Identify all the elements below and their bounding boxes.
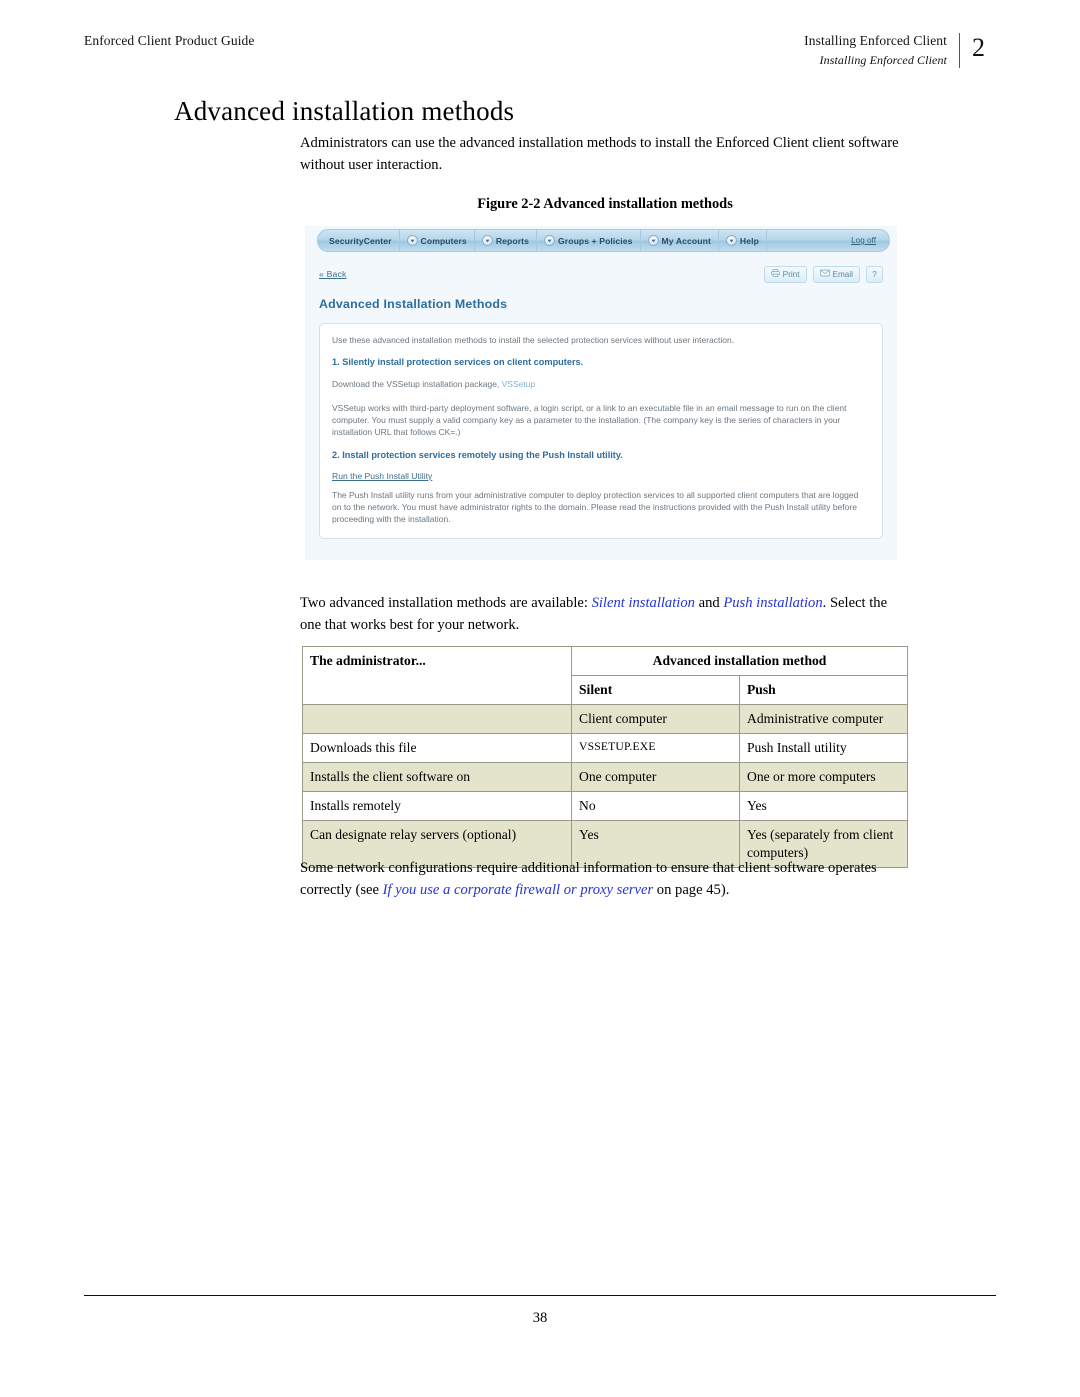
methods-mid: and bbox=[694, 595, 724, 611]
header-book-title: Enforced Client Product Guide bbox=[84, 33, 255, 48]
xref-push-installation[interactable]: Push installation bbox=[723, 595, 822, 611]
methods-paragraph: Two advanced installation methods are av… bbox=[300, 593, 910, 636]
nav-tab-label: My Account bbox=[661, 235, 711, 246]
logoff-link[interactable]: Log off bbox=[844, 230, 889, 251]
closing-paragraph-block: Some network configurations require addi… bbox=[300, 858, 910, 901]
table-cell-push: One or more computers bbox=[739, 761, 908, 792]
figure-caption: Figure 2-2 Advanced installation methods bbox=[477, 196, 733, 212]
footer-page-number: 38 bbox=[532, 1310, 548, 1326]
page-title: Advanced installation methods bbox=[174, 96, 515, 126]
table-body: Client computer Administrative computer … bbox=[302, 703, 908, 868]
table-header-silent: Silent bbox=[571, 674, 740, 705]
chevron-down-icon bbox=[725, 235, 737, 246]
print-button-label: Print bbox=[782, 269, 800, 279]
chevron-down-icon bbox=[543, 235, 555, 246]
closing-page-prefix: on page bbox=[653, 881, 707, 898]
header-chapter-titles: Installing Enforced Client Installing En… bbox=[804, 33, 959, 68]
nav-tab-label: Computers bbox=[420, 235, 467, 246]
panel-intro-text: Use these advanced installation methods … bbox=[332, 335, 735, 345]
chevron-down-icon bbox=[647, 235, 659, 246]
vssetup-download-link[interactable]: VSSetup bbox=[502, 379, 536, 389]
table-header-push: Push bbox=[739, 674, 908, 705]
nav-tab-label: Help bbox=[739, 235, 759, 246]
table-cell-label bbox=[302, 703, 572, 734]
nav-tab-securitycenter[interactable]: SecurityCenter bbox=[318, 230, 400, 251]
nav-tab-groups-policies[interactable]: Groups + Policies bbox=[537, 230, 641, 251]
xref-silent-installation[interactable]: Silent installation bbox=[592, 595, 695, 611]
table-cell-label: Installs remotely bbox=[302, 790, 572, 821]
step-1-heading: 1. Silently install protection services … bbox=[332, 357, 584, 368]
table-row: Installs remotely No Yes bbox=[302, 790, 908, 821]
nav-tab-label: Groups + Policies bbox=[557, 235, 633, 246]
help-button[interactable]: ? bbox=[866, 265, 883, 283]
header-divider-rule bbox=[959, 33, 960, 69]
table-row: Installs the client software on One comp… bbox=[302, 761, 908, 792]
nav-tab-reports[interactable]: Reports bbox=[475, 230, 537, 251]
table-header-group: Advanced installation method bbox=[571, 646, 908, 676]
question-mark-icon: ? bbox=[872, 269, 877, 279]
step-1-download-prefix: Download the VSSetup installation packag… bbox=[332, 379, 502, 390]
back-link[interactable]: « Back bbox=[319, 269, 346, 279]
footer-rule bbox=[84, 1295, 996, 1296]
app-panel-heading: Advanced Installation Methods bbox=[319, 297, 508, 311]
nav-tab-my-account[interactable]: My Account bbox=[641, 230, 719, 251]
email-button-label: Email bbox=[832, 269, 853, 279]
table-head: The administrator... Advanced installati… bbox=[302, 646, 908, 705]
step-1-body: VSSetup works with third-party deploymen… bbox=[332, 402, 847, 438]
closing-tail: ). bbox=[720, 881, 730, 898]
figure-app-screenshot: SecurityCenter Computers Reports Groups … bbox=[305, 226, 897, 560]
step-2-heading: 2. Install protection services remotely … bbox=[332, 449, 623, 460]
nav-tab-help[interactable]: Help bbox=[719, 230, 767, 251]
closing-page-number: 45 bbox=[706, 881, 721, 898]
envelope-icon bbox=[819, 269, 830, 279]
table-header-row-1: The administrator... Advanced installati… bbox=[302, 646, 908, 705]
table-cell-silent: Client computer bbox=[571, 703, 740, 734]
running-header: Enforced Client Product Guide Installing… bbox=[84, 33, 996, 69]
closing-paragraph: Some network configurations require addi… bbox=[300, 858, 910, 901]
step-1-download-line: Download the VSSetup installation packag… bbox=[332, 378, 870, 390]
header-section-title: Installing Enforced Client bbox=[819, 52, 947, 67]
header-chapter-number: 2 bbox=[972, 33, 985, 62]
table-cell-silent: One computer bbox=[571, 761, 740, 792]
table-cell-silent: VSSETUP.EXE bbox=[571, 732, 740, 763]
table-row: Downloads this file VSSETUP.EXE Push Ins… bbox=[302, 732, 908, 763]
print-button[interactable]: Print bbox=[763, 265, 807, 283]
printer-icon bbox=[770, 269, 780, 279]
nav-tab-computers[interactable]: Computers bbox=[400, 230, 475, 251]
step-2-body: The Push Install utility runs from your … bbox=[332, 489, 859, 525]
xref-firewall-proxy[interactable]: If you use a corporate firewall or proxy… bbox=[383, 882, 653, 898]
email-button[interactable]: Email bbox=[812, 265, 860, 283]
app-content-panel: Use these advanced installation methods … bbox=[319, 323, 883, 539]
intro-paragraph-block: Administrators can use the advanced inst… bbox=[300, 133, 910, 176]
methods-paragraph-block: Two advanced installation methods are av… bbox=[300, 593, 910, 636]
header-chapter-title: Installing Enforced Client bbox=[804, 33, 947, 48]
comparison-table: The administrator... Advanced installati… bbox=[302, 646, 908, 868]
run-push-install-utility-link[interactable]: Run the Push Install Utility bbox=[332, 471, 870, 481]
methods-lead: Two advanced installation methods are av… bbox=[300, 595, 592, 611]
table-row: Client computer Administrative computer bbox=[302, 703, 908, 734]
intro-paragraph: Administrators can use the advanced inst… bbox=[300, 135, 899, 173]
toolbar-buttons: Print Email ? bbox=[763, 265, 883, 283]
app-nav-bar: SecurityCenter Computers Reports Groups … bbox=[317, 229, 890, 252]
table-header-administrator: The administrator... bbox=[302, 646, 572, 705]
table-cell-push: Administrative computer bbox=[739, 703, 908, 734]
table-cell-push: Push Install utility bbox=[739, 732, 908, 763]
nav-tab-label: Reports bbox=[495, 235, 529, 246]
table-cell-push: Yes bbox=[739, 790, 908, 821]
app-toolbar: « Back Print Email ? bbox=[319, 265, 883, 283]
header-chapter-group: Installing Enforced Client Installing En… bbox=[804, 33, 996, 69]
document-page: Enforced Client Product Guide Installing… bbox=[0, 0, 1080, 1397]
chevron-down-icon bbox=[406, 235, 418, 246]
nav-tab-label: SecurityCenter bbox=[329, 235, 392, 246]
table-cell-label: Installs the client software on bbox=[302, 761, 572, 792]
chevron-down-icon bbox=[481, 235, 493, 246]
table-cell-silent: No bbox=[571, 790, 740, 821]
table-cell-label: Downloads this file bbox=[302, 732, 572, 763]
